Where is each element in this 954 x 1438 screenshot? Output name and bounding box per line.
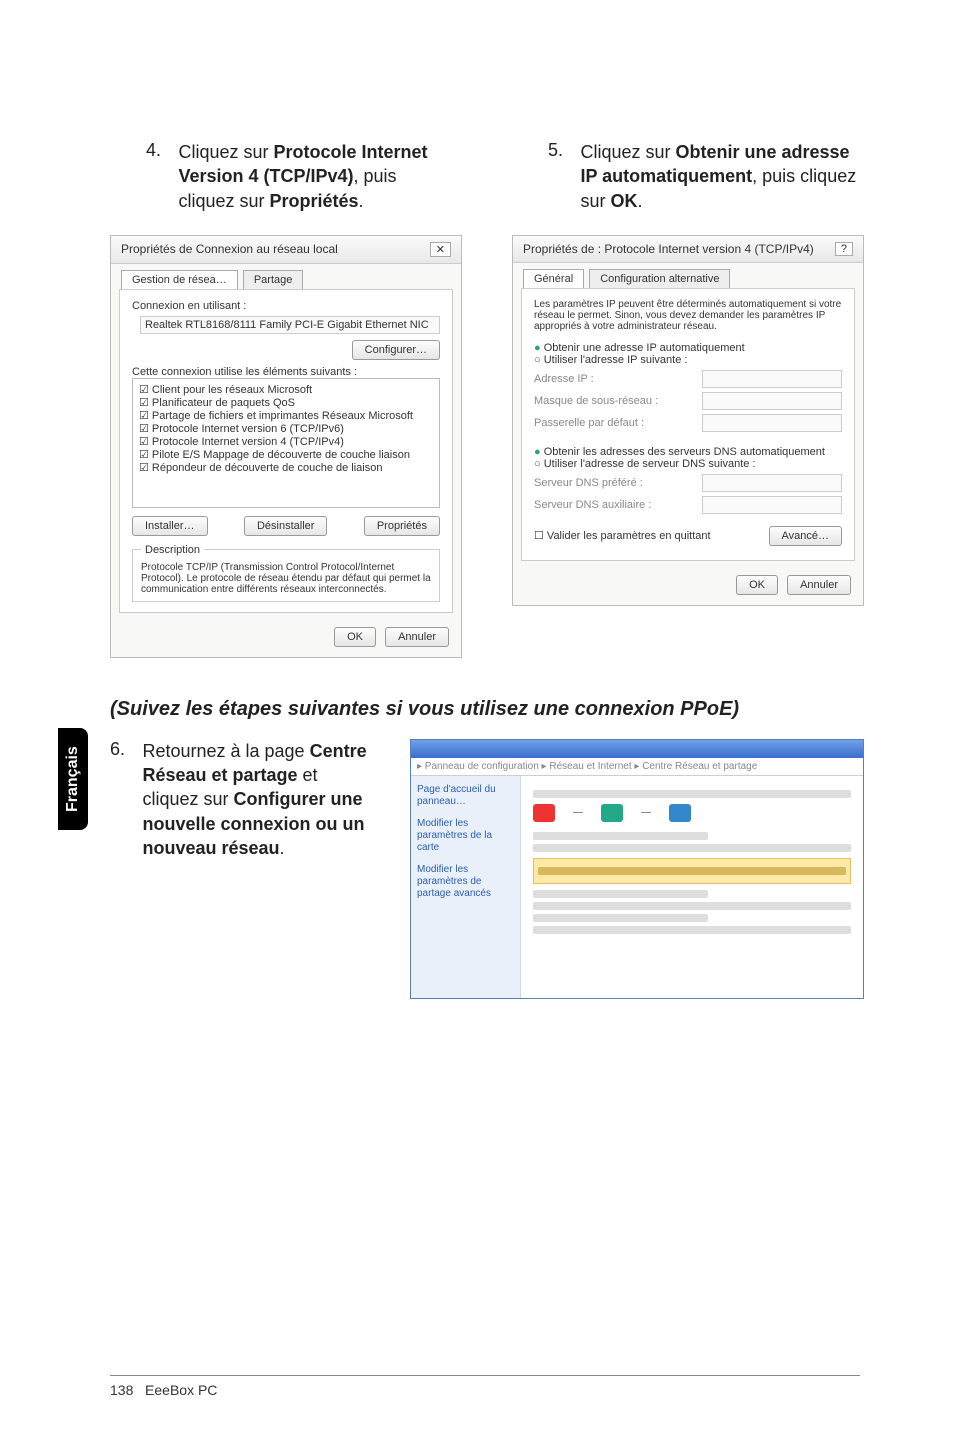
ipv4-properties-dialog: Propriétés de : Protocole Internet versi… [512, 235, 864, 606]
radio-auto-ip[interactable]: Obtenir une adresse IP automatiquement [534, 342, 842, 354]
mask-label: Masque de sous-réseau : [534, 395, 694, 407]
cancel-button[interactable]: Annuler [385, 627, 449, 647]
close-icon[interactable]: ✕ [430, 242, 451, 257]
list-item[interactable]: Partage de fichiers et imprimantes Résea… [139, 409, 433, 422]
local-connection-properties-dialog: Propriétés de Connexion au réseau local … [110, 235, 462, 658]
mask-field [702, 392, 842, 410]
ok-button[interactable]: OK [736, 575, 778, 595]
list-item[interactable]: Répondeur de découverte de couche de lia… [139, 461, 433, 474]
ip-label: Adresse IP : [534, 373, 694, 385]
dialog2-title: Propriétés de : Protocole Internet versi… [523, 242, 814, 256]
step4-post: . [359, 191, 364, 211]
configure-button[interactable]: Configurer… [352, 340, 440, 360]
dns1-label: Serveur DNS préféré : [534, 477, 694, 489]
tab-general[interactable]: Général [523, 269, 584, 288]
step5-number: 5. [548, 140, 576, 161]
step5-bold2: OK [610, 191, 637, 211]
tab-altconfig[interactable]: Configuration alternative [589, 269, 730, 288]
radio-auto-dns[interactable]: Obtenir les adresses des serveurs DNS au… [534, 446, 842, 458]
ipv4-intro: Les paramètres IP peuvent être déterminé… [534, 299, 842, 332]
ok-button[interactable]: OK [334, 627, 376, 647]
radio-manual-ip[interactable]: Utiliser l'adresse IP suivante : [534, 354, 842, 366]
step4-text: Cliquez sur Protocole Internet Version 4… [178, 140, 454, 213]
adapter-field: Realtek RTL8168/8111 Family PCI-E Gigabi… [140, 316, 440, 334]
description-legend: Description [141, 544, 204, 556]
step4-number: 4. [146, 140, 174, 161]
step6-text: Retournez à la page Centre Réseau et par… [142, 739, 372, 860]
gateway-label: Passerelle par défaut : [534, 417, 694, 429]
components-listbox[interactable]: Client pour les réseaux Microsoft Planif… [132, 378, 440, 508]
uninstall-button[interactable]: Désinstaller [244, 516, 327, 536]
gateway-field [702, 414, 842, 432]
dialog1-title: Propriétés de Connexion au réseau local [121, 242, 338, 256]
step6-number: 6. [110, 739, 138, 760]
dns2-field [702, 496, 842, 514]
list-item[interactable]: Pilote E/S Mappage de découverte de couc… [139, 448, 433, 461]
close-icon[interactable]: ? [835, 242, 853, 256]
properties-button[interactable]: Propriétés [364, 516, 440, 536]
page-number: 138 [110, 1382, 133, 1398]
install-button[interactable]: Installer… [132, 516, 208, 536]
step4-bold2: Propriétés [270, 191, 359, 211]
dns2-label: Serveur DNS auxiliaire : [534, 499, 694, 511]
advanced-button[interactable]: Avancé… [769, 526, 843, 546]
list-item[interactable]: Client pour les réseaux Microsoft [139, 383, 433, 396]
radio-manual-dns[interactable]: Utiliser l'adresse de serveur DNS suivan… [534, 458, 842, 470]
step4-pre: Cliquez sur [178, 142, 273, 162]
page-footer: 138 EeeBox PC [110, 1375, 860, 1398]
description-text: Protocole TCP/IP (Transmission Control P… [141, 562, 431, 595]
connection-using-label: Connexion en utilisant : [132, 300, 440, 312]
step5-post: . [637, 191, 642, 211]
list-item[interactable]: Protocole Internet version 4 (TCP/IPv4) [139, 435, 433, 448]
step6-pre: Retournez à la page [142, 741, 309, 761]
tab-sharing[interactable]: Partage [243, 270, 304, 289]
list-item[interactable]: Protocole Internet version 6 (TCP/IPv6) [139, 422, 433, 435]
dns1-field [702, 474, 842, 492]
cancel-button[interactable]: Annuler [787, 575, 851, 595]
elements-caption: Cette connexion utilise les éléments sui… [132, 366, 440, 378]
network-center-screenshot: ▸ Panneau de configuration ▸ Réseau et I… [410, 739, 864, 999]
step5-pre: Cliquez sur [580, 142, 675, 162]
step6-post: . [280, 838, 285, 858]
ppoe-section-title: (Suivez les étapes suivantes si vous uti… [110, 698, 864, 721]
tab-network[interactable]: Gestion de résea… [121, 270, 238, 289]
language-tab: Français [58, 728, 88, 830]
product-name: EeeBox PC [145, 1382, 217, 1398]
validate-checkbox[interactable]: ☐ Valider les paramètres en quittant [534, 529, 711, 542]
list-item[interactable]: Planificateur de paquets QoS [139, 396, 433, 409]
side-links: Page d'accueil du panneau… Modifier les … [411, 776, 521, 999]
step5-text: Cliquez sur Obtenir une adresse IP autom… [580, 140, 856, 213]
ip-field [702, 370, 842, 388]
